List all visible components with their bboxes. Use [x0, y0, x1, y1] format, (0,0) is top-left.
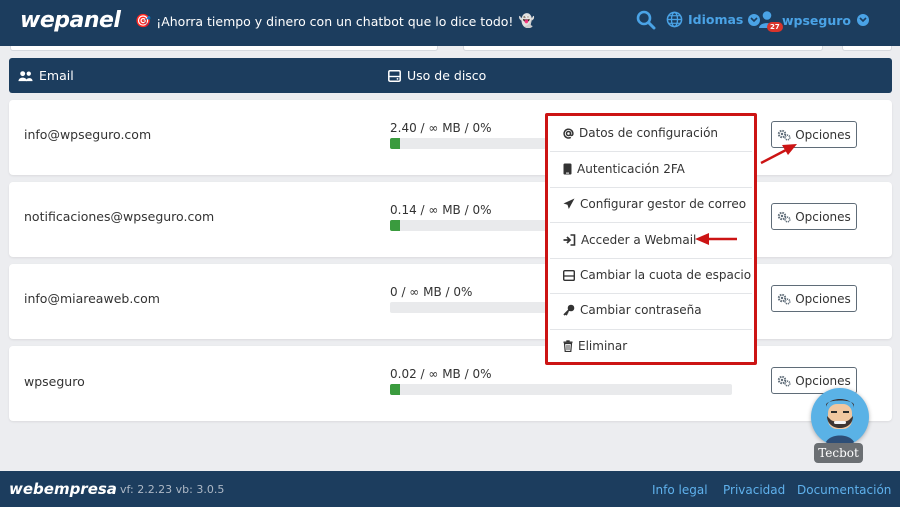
- menu-item-label: Configurar gestor de correo: [580, 197, 747, 211]
- footer: webempresa vf: 2.2.23 vb: 3.0.5 Info leg…: [0, 471, 900, 507]
- filter-strip: [463, 46, 823, 51]
- menu-divider: [550, 222, 752, 223]
- promo-text: ¡Ahorra tiempo y dinero con un chatbot q…: [156, 14, 514, 29]
- top-bar: wepanel 🎯 ¡Ahorra tiempo y dinero con un…: [0, 0, 900, 46]
- mobile-phone-icon: [563, 163, 572, 175]
- menu-item-label: Autenticación 2FA: [577, 162, 685, 176]
- disk-usage-text: 0.14 / ∞ MB / 0%: [390, 203, 492, 217]
- options-button[interactable]: Opciones: [771, 203, 857, 230]
- wepanel-logo[interactable]: wepanel: [20, 8, 121, 33]
- table-row: wpseguro 0.02 / ∞ MB / 0% Opciones: [9, 346, 892, 421]
- version-text: vf: 2.2.23 vb: 3.0.5: [120, 483, 225, 496]
- chevron-down-icon: [857, 14, 870, 26]
- menu-item-configurar-gestor-correo[interactable]: Configurar gestor de correo: [548, 197, 754, 211]
- table-header: Email Uso de disco: [9, 58, 892, 93]
- promo-banner[interactable]: 🎯 ¡Ahorra tiempo y dinero con un chatbot…: [135, 14, 535, 29]
- users-icon: [18, 70, 33, 81]
- filter-strip: [10, 46, 438, 51]
- footer-link-info-legal[interactable]: Info legal: [652, 483, 708, 497]
- table-row: notificaciones@wpseguro.com 0.14 / ∞ MB …: [9, 182, 892, 257]
- footer-link-privacidad[interactable]: Privacidad: [723, 483, 785, 497]
- menu-divider: [550, 258, 752, 259]
- options-button-label: Opciones: [795, 373, 851, 388]
- search-icon[interactable]: [636, 10, 656, 30]
- paper-plane-icon: [563, 198, 575, 209]
- options-button[interactable]: Opciones: [771, 121, 857, 148]
- column-header-email-label: Email: [39, 68, 74, 83]
- column-header-disk-label: Uso de disco: [407, 68, 487, 83]
- options-dropdown-menu: Datos de configuración Autenticación 2FA…: [545, 113, 757, 365]
- footer-link-documentacion[interactable]: Documentación: [797, 483, 891, 497]
- cogs-icon: [778, 375, 791, 387]
- user-avatar: 27: [758, 10, 783, 32]
- languages-menu[interactable]: Idiomas: [666, 11, 761, 28]
- menu-divider: [550, 151, 752, 152]
- table-row: info@wpseguro.com 2.40 / ∞ MB / 0% Opcio…: [9, 100, 892, 175]
- webempresa-logo[interactable]: webempresa: [9, 480, 117, 498]
- disk-usage-text: 0 / ∞ MB / 0%: [390, 285, 473, 299]
- sign-in-icon: [563, 234, 576, 246]
- bearded-bot-icon: [825, 399, 855, 446]
- username-label: wpseguro: [782, 12, 852, 28]
- options-button[interactable]: Opciones: [771, 285, 857, 312]
- table-row: info@miareaweb.com 0 / ∞ MB / 0% Opcione…: [9, 264, 892, 339]
- disk-usage-bar-fill: [390, 138, 401, 149]
- disk-usage-text: 2.40 / ∞ MB / 0%: [390, 121, 492, 135]
- menu-item-cambiar-cuota[interactable]: Cambiar la cuota de espacio: [548, 268, 754, 282]
- options-button-label: Opciones: [795, 127, 851, 142]
- cogs-icon: [778, 293, 791, 305]
- hard-drive-icon: [563, 269, 575, 281]
- column-header-disk: Uso de disco: [388, 68, 486, 83]
- key-icon: [563, 304, 575, 316]
- ghost-emoji-icon: 👻: [518, 14, 535, 29]
- email-address[interactable]: notificaciones@wpseguro.com: [24, 209, 214, 224]
- menu-item-acceder-webmail[interactable]: Acceder a Webmail: [548, 233, 754, 247]
- globe-icon: [666, 11, 683, 28]
- disk-usage-bar: [390, 384, 732, 395]
- menu-item-label: Datos de configuración: [579, 126, 719, 140]
- filter-strip: [842, 46, 892, 51]
- menu-divider: [550, 187, 752, 188]
- email-address[interactable]: wpseguro: [24, 374, 85, 389]
- email-address[interactable]: info@miareaweb.com: [24, 291, 160, 306]
- column-header-email: Email: [18, 68, 74, 83]
- cogs-icon: [778, 129, 791, 141]
- at-icon: [563, 127, 574, 139]
- target-emoji-icon: 🎯: [135, 14, 152, 29]
- menu-item-cambiar-contrasena[interactable]: Cambiar contraseña: [548, 303, 754, 317]
- menu-item-eliminar[interactable]: Eliminar: [548, 339, 754, 353]
- options-button-label: Opciones: [795, 291, 851, 306]
- notification-badge: 27: [767, 22, 783, 32]
- menu-item-autenticacion-2fa[interactable]: Autenticación 2FA: [548, 162, 754, 176]
- menu-item-datos-configuracion[interactable]: Datos de configuración: [548, 126, 754, 140]
- menu-item-label: Acceder a Webmail: [581, 233, 697, 247]
- languages-label: Idiomas: [688, 12, 744, 27]
- email-address[interactable]: info@wpseguro.com: [24, 127, 151, 142]
- user-menu[interactable]: 27 wpseguro: [758, 10, 870, 32]
- options-button-label: Opciones: [795, 209, 851, 224]
- menu-item-label: Cambiar contraseña: [580, 303, 702, 317]
- disk-usage-text: 0.02 / ∞ MB / 0%: [390, 367, 492, 381]
- menu-divider: [550, 329, 752, 330]
- disk-usage-bar-fill: [390, 384, 401, 395]
- menu-divider: [550, 293, 752, 294]
- cogs-icon: [778, 211, 791, 223]
- tecbot-label[interactable]: Tecbot: [814, 443, 863, 463]
- trash-icon: [563, 340, 573, 352]
- menu-item-label: Cambiar la cuota de espacio: [580, 268, 752, 282]
- tecbot-avatar[interactable]: [811, 388, 869, 446]
- menu-item-label: Eliminar: [578, 339, 628, 353]
- disk-usage-bar-fill: [390, 220, 401, 231]
- hard-drive-icon: [388, 69, 401, 82]
